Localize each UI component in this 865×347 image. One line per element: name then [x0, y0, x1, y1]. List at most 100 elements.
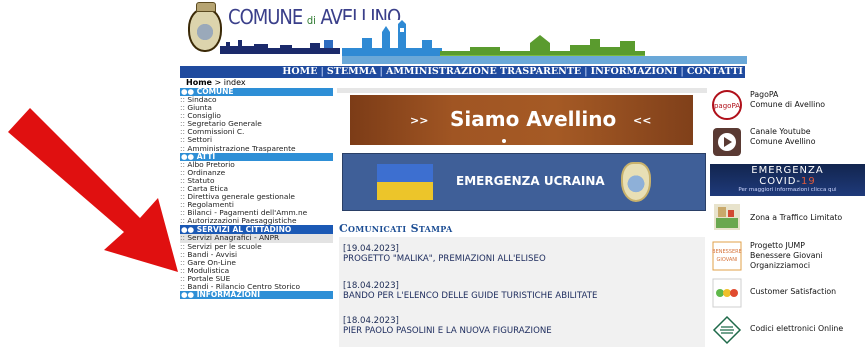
sidebar-section-atti[interactable]: ●● ATTI — [180, 151, 333, 161]
sidebar-item-autorizzazioni[interactable]: :: Autorizzazioni Paesaggistiche — [180, 217, 333, 225]
siamo-avellino-banner[interactable]: >> Siamo Avellino << — [350, 95, 693, 145]
sidebar-item-label: Direttiva generale gestionale — [187, 193, 295, 202]
ztl-label: Zona a Traffico Limitato — [750, 213, 843, 222]
sidebar-section-comune[interactable]: ●● COMUNE — [180, 88, 333, 96]
customer-satisfaction-link[interactable]: Customer Satisfaction — [710, 276, 865, 308]
news-headline[interactable]: BANDO PER L'ELENCO DELLE GUIDE TURISTICH… — [343, 291, 597, 301]
sidebar-item-statuto[interactable]: :: Statuto — [180, 177, 333, 185]
sidebar-item-bandi-avvisi[interactable]: :: Bandi - Avvisi — [180, 251, 333, 259]
sidebar-item-label: Servizi per le scuole — [187, 242, 262, 251]
sidebar-item-gare-online[interactable]: :: Gare On-Line — [180, 259, 333, 267]
sidebar-item-bilanci[interactable]: :: Bilanci - Pagamenti dell'Amm.ne — [180, 209, 333, 217]
benessere-giovani-icon: BENESSERE GIOVANI — [712, 241, 742, 271]
sidebar-item-servizi-scuole[interactable]: :: Servizi per le scuole — [180, 243, 333, 251]
sidebar-item-label: Carta Etica — [187, 184, 229, 193]
sidebar-item-portale-sue[interactable]: :: Portale SUE — [180, 275, 333, 283]
sidebar-section-informazioni[interactable]: ●● INFORMAZIONI — [180, 290, 333, 300]
city-buildings-illustration — [440, 35, 645, 58]
skyline-silhouette-icon — [220, 40, 340, 54]
content-top-strip — [337, 88, 707, 93]
sidebar-item-direttiva[interactable]: :: Direttiva generale gestionale — [180, 193, 333, 201]
covid-emergency-banner[interactable]: EMERGENZA COVID-19 Per maggiori informaz… — [710, 164, 865, 196]
section-bullet-icon: ●● — [181, 290, 197, 300]
sidebar-item-carta-etica[interactable]: :: Carta Etica — [180, 185, 333, 193]
sidebar-item-label: Autorizzazioni Paesaggistiche — [187, 217, 297, 226]
smiley-faces-icon — [712, 278, 742, 308]
chevron-left-icon: >> — [410, 114, 429, 127]
news-headline[interactable]: PIER PAOLO PASOLINI E LA NUOVA FIGURAZIO… — [343, 326, 552, 336]
city-crest-logo[interactable] — [188, 2, 222, 52]
covid-subtitle: COVID-19 — [710, 176, 865, 187]
sidebar-item-label: Modulistica — [187, 266, 230, 275]
sidebar-item-albo-pretorio[interactable]: :: Albo Pretorio — [180, 161, 333, 169]
sidebar-item-commissioni[interactable]: :: Commissioni C. — [180, 128, 333, 136]
section-title: COMUNE — [196, 87, 234, 96]
news-item[interactable]: [18.04.2023] PIER PAOLO PASOLINI E LA NU… — [343, 316, 552, 336]
section-bullet-icon: ●● — [181, 87, 197, 96]
news-date: [19.04.2023] — [343, 244, 399, 254]
benessere-icon-text: BENESSERE — [712, 249, 742, 255]
jump-sublabel2: Organizziamoci — [750, 261, 810, 270]
sidebar-item-label: Bilanci - Pagamenti dell'Amm.ne — [187, 209, 308, 218]
breadcrumb-home-link[interactable]: Home — [186, 78, 212, 87]
nav-informazioni-link[interactable]: INFORMAZIONI — [591, 66, 678, 77]
nav-separator: | — [680, 66, 684, 77]
youtube-link[interactable]: Canale Youtube Comune Avellino — [710, 125, 865, 157]
news-headline[interactable]: PROGETTO "MALIKA", PREMIAZIONI ALL'ELISE… — [343, 254, 546, 264]
customer-satisfaction-label: Customer Satisfaction — [750, 287, 837, 296]
sidebar-item-segretario[interactable]: :: Segretario Generale — [180, 120, 333, 128]
banner-title: EMERGENZA UCRAINA — [456, 174, 605, 188]
news-list: [19.04.2023] PROGETTO "MALIKA", PREMIAZI… — [339, 237, 705, 347]
sidebar-list-comune: :: Sindaco :: Giunta :: Consiglio :: Seg… — [180, 96, 333, 153]
banner-dot-icon — [502, 139, 506, 143]
ztl-link[interactable]: Zona a Traffico Limitato — [710, 202, 865, 232]
pagopa-link[interactable]: pagoPA PagoPA Comune di Avellino — [710, 88, 865, 120]
youtube-play-icon — [713, 128, 741, 156]
chevron-right-icon: << — [633, 114, 652, 127]
section-bullet-icon: ●● — [181, 151, 197, 161]
sidebar-item-label: Ordinanze — [187, 168, 226, 177]
right-column: pagoPA PagoPA Comune di Avellino Canale … — [710, 88, 865, 347]
nav-amministrazione-link[interactable]: AMMINISTRAZIONE TRASPARENTE — [386, 66, 581, 77]
sidebar-item-regolamenti[interactable]: :: Regolamenti — [180, 201, 333, 209]
codici-elettronici-link[interactable]: Codici elettronici Online — [710, 313, 865, 345]
sidebar-item-settori[interactable]: :: Settori — [180, 136, 333, 144]
section-title: SERVIZI AL CITTADINO — [196, 225, 292, 235]
news-item[interactable]: [18.04.2023] BANDO PER L'ELENCO DELLE GU… — [343, 281, 597, 301]
nav-contatti-link[interactable]: CONTATTI — [687, 66, 743, 77]
sidebar-item-consiglio[interactable]: :: Consiglio — [180, 112, 333, 120]
traffic-zone-icon — [714, 204, 740, 230]
nav-home-link[interactable]: HOME — [282, 66, 317, 77]
sidebar-list-atti: :: Albo Pretorio :: Ordinanze :: Statuto… — [180, 161, 333, 226]
jump-label: Progetto JUMP — [750, 241, 805, 250]
nav-separator: | — [584, 66, 588, 77]
breadcrumb-current: index — [223, 78, 246, 87]
pagopa-icon: pagoPA — [712, 90, 742, 120]
section-title: INFORMAZIONI — [196, 290, 260, 300]
covid-info-link[interactable]: Per maggiori informazioni clicca qui — [710, 187, 865, 194]
sidebar-section-servizi[interactable]: ●● SERVIZI AL CITTADINO — [180, 225, 333, 235]
ukraine-flag-icon — [377, 164, 433, 200]
sidebar-item-servizi-anagrafici[interactable]: :: Servizi Anagrafici - ANPR — [180, 234, 333, 243]
logo-comune-text: COMUNE — [228, 5, 303, 29]
emergenza-ucraina-banner[interactable]: EMERGENZA UCRAINA — [342, 153, 706, 211]
jump-link[interactable]: BENESSERE GIOVANI Progetto JUMP Benesser… — [710, 239, 865, 273]
clock-tower-illustration — [342, 20, 442, 58]
sidebar-item-ordinanze[interactable]: :: Ordinanze — [180, 169, 333, 177]
news-item[interactable]: [19.04.2023] PROGETTO "MALIKA", PREMIAZI… — [343, 244, 546, 264]
sidebar-item-label: Gare On-Line — [187, 258, 236, 267]
section-title: ATTI — [196, 151, 216, 161]
banner-title: Siamo Avellino — [450, 107, 617, 131]
sidebar-item-sindaco[interactable]: :: Sindaco — [180, 96, 333, 104]
sidebar-item-label: Consiglio — [187, 112, 221, 121]
sidebar-item-modulistica[interactable]: :: Modulistica — [180, 267, 333, 275]
nav-separator: | — [320, 66, 324, 77]
main-content: >> Siamo Avellino << EMERGENZA UCRAINA C… — [337, 88, 707, 347]
nav-stemma-link[interactable]: STEMMA — [327, 66, 377, 77]
sidebar-menu: ●● COMUNE :: Sindaco :: Giunta :: Consig… — [180, 88, 333, 347]
sidebar-item-label: Statuto — [187, 176, 215, 185]
sidebar-item-label: Servizi Anagrafici - ANPR — [187, 234, 280, 243]
sidebar-item-giunta[interactable]: :: Giunta — [180, 104, 333, 112]
city-shield-icon — [621, 162, 651, 202]
header-blue-stripe — [342, 56, 747, 64]
